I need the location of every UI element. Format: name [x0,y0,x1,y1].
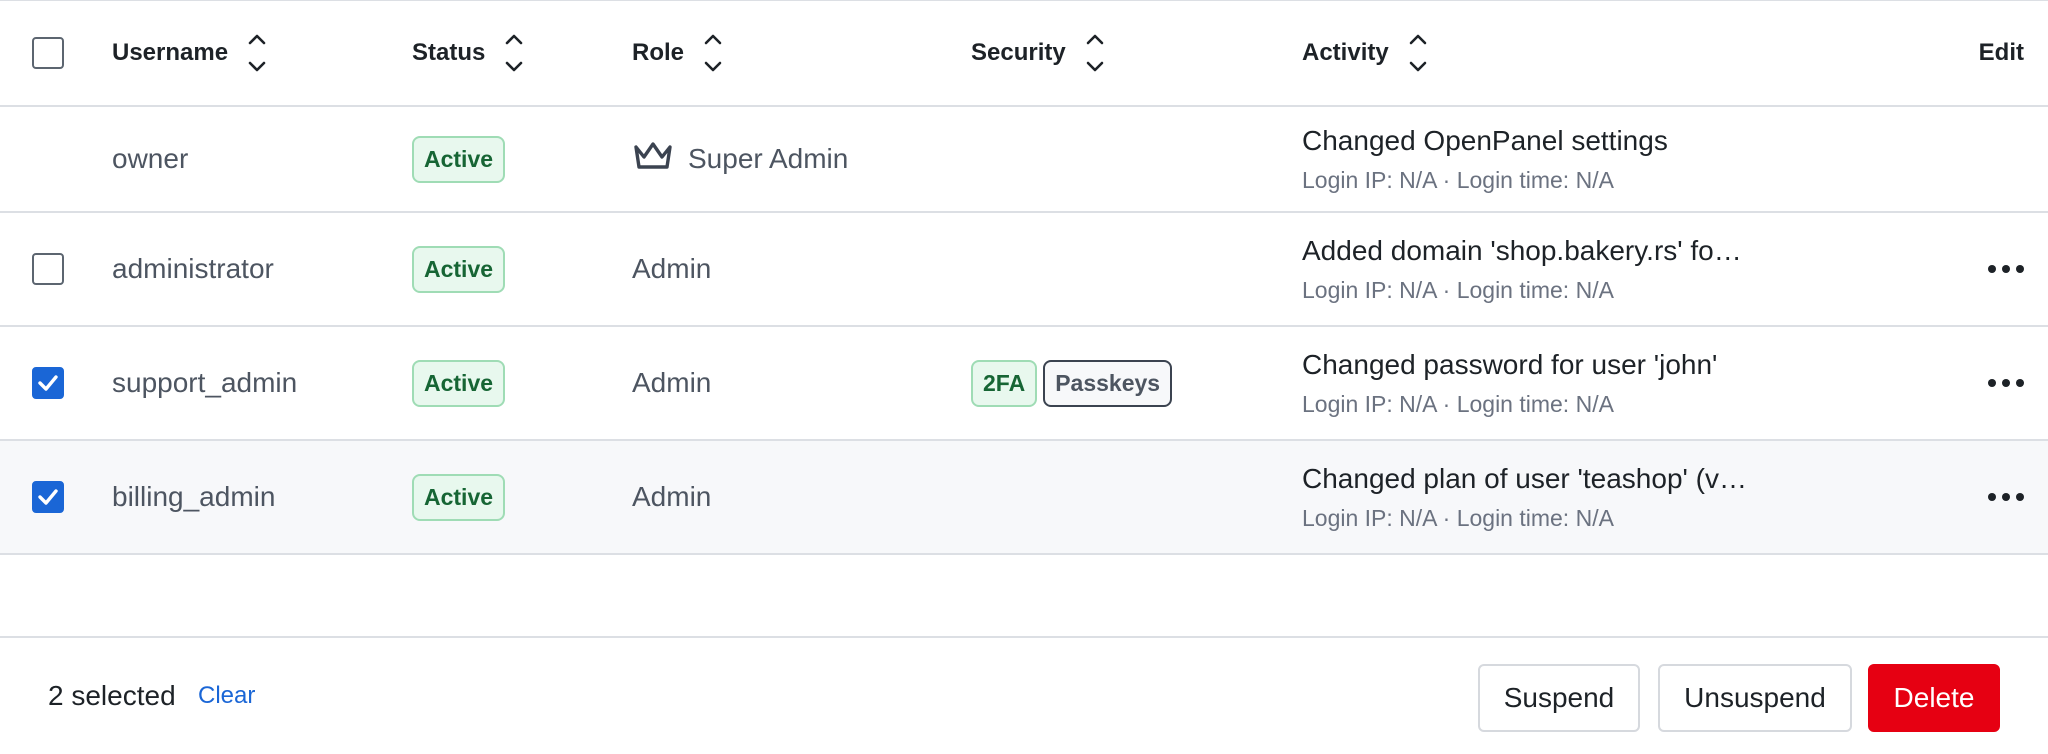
checkmark-icon [38,489,58,505]
delete-button[interactable]: Delete [1868,664,2000,732]
role-label: Admin [632,253,712,284]
column-label: Activity [1302,39,1389,66]
activity: Changed password for user 'john' Login I… [1302,349,1717,418]
column-header-username[interactable]: Username [112,1,266,105]
status-badge: Active [412,473,506,521]
security-tag-2fa: 2FA [971,359,1038,407]
username: administrator [112,253,274,284]
table-header: Username Status Role Security Activity E… [0,1,2048,107]
activity-title: Added domain 'shop.bakery.rs' fo… [1302,234,1742,266]
column-label: Username [112,39,229,66]
row-checkbox[interactable] [32,367,64,399]
column-label: Edit [1978,39,2024,66]
selected-count: 2 selected [48,680,176,711]
sort-icon[interactable] [1409,31,1427,75]
activity-title: Changed plan of user 'teashop' (v… [1302,462,1747,494]
activity-login-info: Login IP: N/A · Login time: N/A [1302,390,1614,417]
sort-icon[interactable] [704,31,722,75]
column-header-edit: Edit [1979,1,2024,105]
activity-title: Changed password for user 'john' [1302,348,1718,380]
bulk-action-bar: 2 selected Clear Suspend Unsuspend Delet… [0,636,2048,754]
status-badge: Active [412,135,506,183]
role-label: Admin [632,367,712,398]
activity-login-info: Login IP: N/A · Login time: N/A [1302,166,1614,193]
status-badge: Active [412,245,506,293]
username: owner [112,143,189,174]
more-actions-icon[interactable] [1988,379,2024,387]
activity: Added domain 'shop.bakery.rs' fo… Login … [1302,235,1742,304]
activity: Changed OpenPanel settings Login IP: N/A… [1302,125,1668,194]
crown-icon [632,140,674,179]
unsuspend-button[interactable]: Unsuspend [1658,664,1852,732]
more-actions-icon[interactable] [1988,493,2024,501]
select-all-checkbox[interactable] [32,37,64,69]
column-header-security[interactable]: Security [971,1,1104,105]
clear-selection-link[interactable]: Clear [198,638,255,754]
role-label: Super Admin [688,143,849,174]
username: billing_admin [112,481,276,512]
table-row: billing_admin Active Admin Changed plan … [0,441,2048,555]
column-label: Role [632,39,685,66]
more-actions-icon[interactable] [1988,265,2024,273]
column-label: Security [971,39,1066,66]
activity-login-info: Login IP: N/A · Login time: N/A [1302,504,1614,531]
activity-login-info: Login IP: N/A · Login time: N/A [1302,276,1614,303]
role-label: Admin [632,481,712,512]
username: support_admin [112,367,298,398]
users-table: Username Status Role Security Activity E… [0,0,2048,555]
activity: Changed plan of user 'teashop' (v… Login… [1302,463,1747,532]
column-label: Status [412,39,486,66]
table-row: owner Active Super Admin Changed OpenPan… [0,107,2048,213]
row-checkbox[interactable] [32,481,64,513]
column-header-activity[interactable]: Activity [1302,1,1427,105]
row-checkbox[interactable] [32,253,64,285]
column-header-role[interactable]: Role [632,1,722,105]
security-tag-passkeys: Passkeys [1043,359,1173,407]
checkmark-icon [38,375,58,391]
sort-icon[interactable] [248,31,266,75]
suspend-button[interactable]: Suspend [1478,664,1640,732]
sort-icon[interactable] [1086,31,1104,75]
column-header-status[interactable]: Status [412,1,523,105]
activity-title: Changed OpenPanel settings [1302,124,1668,156]
table-row: administrator Active Admin Added domain … [0,213,2048,327]
role: Super Admin [632,140,848,179]
table-row: support_admin Active Admin 2FA Passkeys … [0,327,2048,441]
sort-icon[interactable] [505,31,523,75]
status-badge: Active [412,359,506,407]
